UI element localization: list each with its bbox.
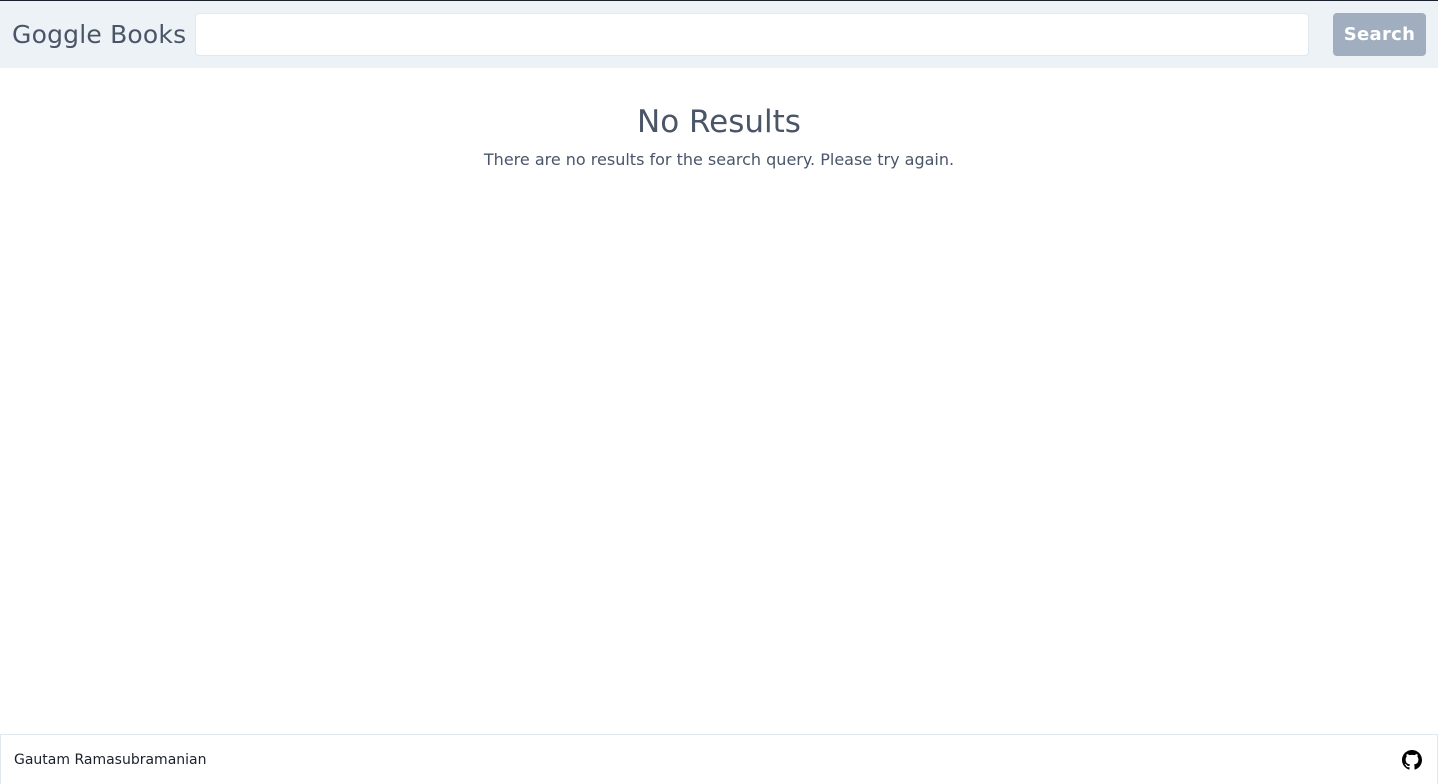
footer: Gautam Ramasubramanian [0,734,1438,784]
main-content: No Results There are no results for the … [0,68,1438,734]
no-results-message: There are no results for the search quer… [483,150,955,169]
search-input[interactable] [195,13,1309,56]
brand-title[interactable]: Goggle Books [12,18,186,52]
github-link[interactable] [1402,750,1422,770]
no-results-title: No Results [637,104,801,140]
page: Goggle Books Search No Results There are… [0,0,1438,784]
author-name: Gautam Ramasubramanian [14,752,207,768]
github-icon [1402,750,1422,770]
header-bar: Goggle Books Search [0,1,1438,68]
search-button[interactable]: Search [1333,13,1426,56]
